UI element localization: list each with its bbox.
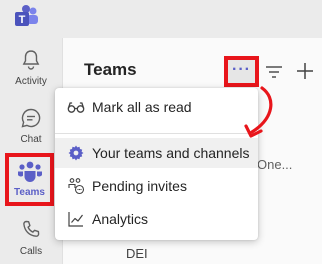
- rail-label-calls: Calls: [19, 246, 43, 257]
- rail-item-teams[interactable]: Teams: [5, 153, 54, 206]
- menu-label-analytics: Analytics: [92, 211, 149, 227]
- rail-item-calls[interactable]: Calls: [0, 212, 62, 264]
- bell-icon: [22, 50, 40, 70]
- rail-label-teams: Teams: [14, 187, 45, 198]
- gear-icon: [68, 145, 84, 161]
- menu-divider: [55, 133, 258, 134]
- more-options-button[interactable]: ···: [224, 56, 259, 87]
- teams-logo-icon: T: [15, 5, 38, 26]
- svg-text:T: T: [19, 14, 26, 26]
- more-icon: ···: [232, 61, 251, 78]
- team-list-item-truncated[interactable]: One...: [257, 157, 292, 172]
- menu-label-pending-invites: Pending invites: [92, 178, 187, 194]
- team-list-item-dei[interactable]: DEI: [126, 246, 148, 261]
- menu-item-pending-invites[interactable]: Pending invites: [55, 171, 258, 201]
- filter-icon[interactable]: [264, 62, 284, 82]
- menu-label-your-teams-and-channels: Your teams and channels: [92, 145, 250, 161]
- analytics-icon: [68, 212, 83, 227]
- pending-invites-icon: [68, 178, 85, 195]
- teams-icon: [18, 161, 42, 182]
- page-title: Teams: [84, 60, 137, 79]
- add-icon[interactable]: [294, 60, 316, 82]
- menu-label-mark-all-read: Mark all as read: [92, 99, 192, 115]
- chat-icon: [21, 108, 41, 128]
- rail-label-chat: Chat: [20, 134, 42, 145]
- rail-label-activity: Activity: [15, 76, 47, 87]
- title-bar: T: [0, 0, 322, 38]
- menu-item-mark-all-read[interactable]: Mark all as read: [55, 92, 258, 122]
- annotation-arrow: [244, 86, 273, 138]
- glasses-icon: [67, 102, 85, 113]
- phone-icon: [23, 220, 40, 237]
- rail-item-activity[interactable]: Activity: [0, 42, 62, 98]
- more-options-menu: Mark all as read Your teams and channels…: [55, 88, 258, 240]
- rail-item-chat[interactable]: Chat: [0, 100, 62, 156]
- menu-item-analytics[interactable]: Analytics: [55, 204, 258, 234]
- menu-item-your-teams-and-channels[interactable]: Your teams and channels: [55, 138, 258, 168]
